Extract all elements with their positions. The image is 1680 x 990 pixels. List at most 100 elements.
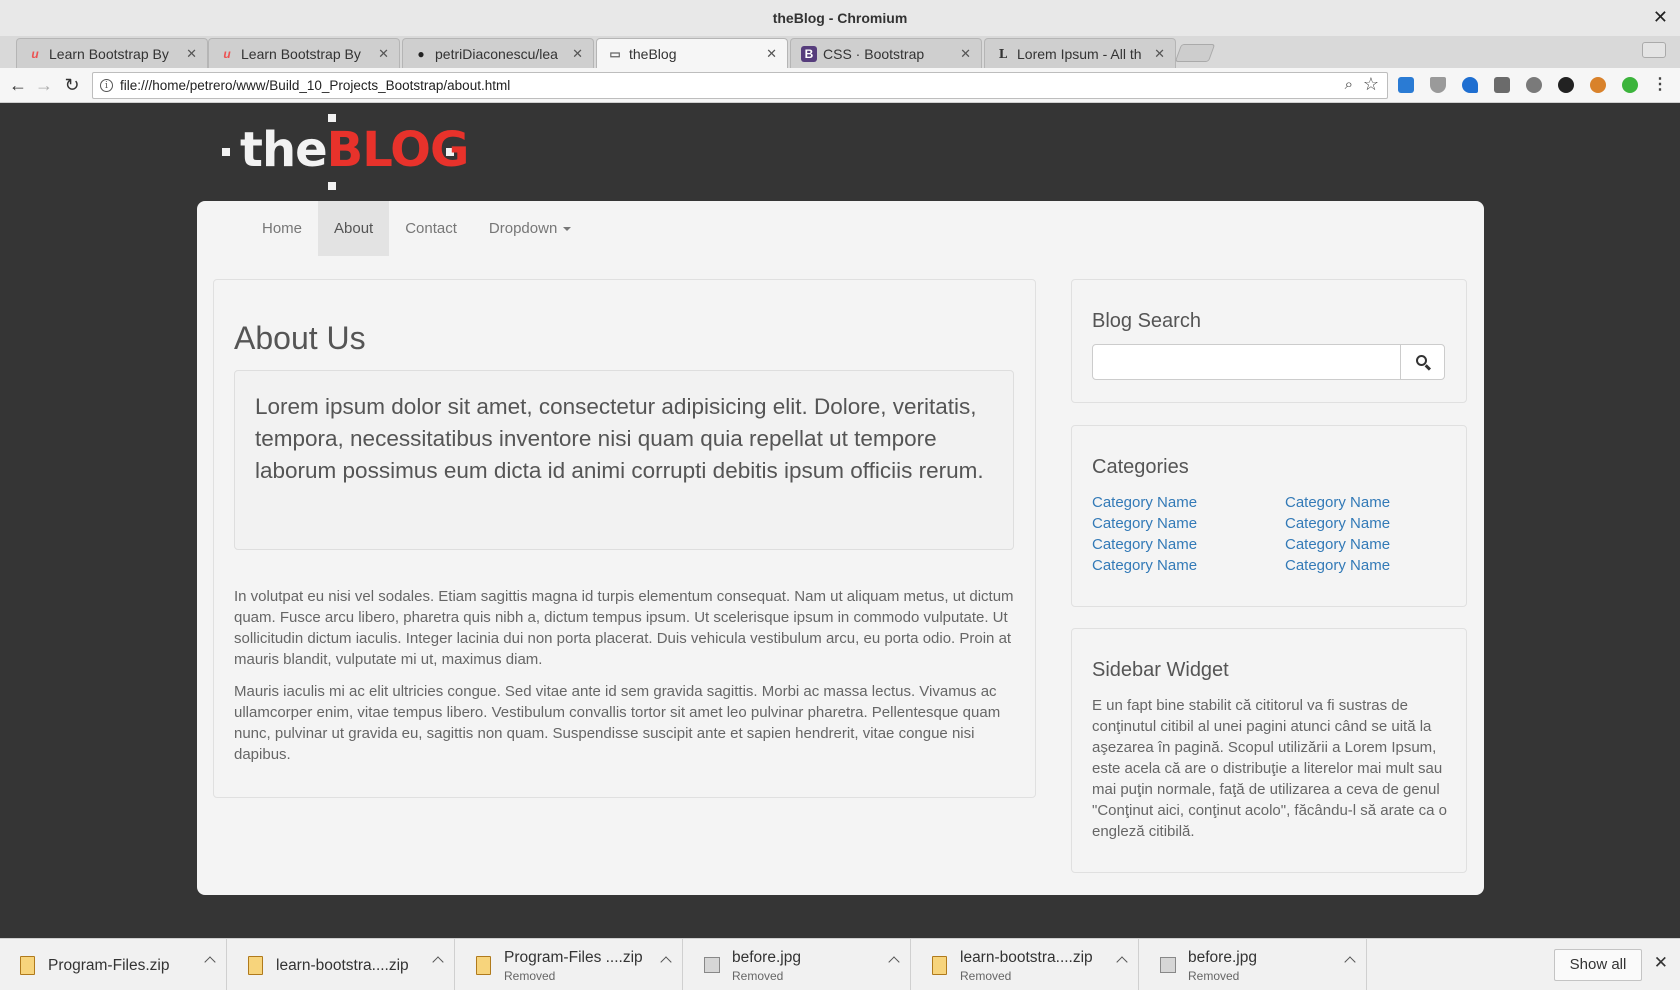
category-link[interactable]: Category Name bbox=[1092, 534, 1285, 555]
logo-dot bbox=[222, 148, 230, 156]
back-icon[interactable]: ← bbox=[8, 76, 28, 94]
chevron-up-icon[interactable] bbox=[888, 956, 900, 968]
tab-1[interactable]: u Learn Bootstrap By ✕ bbox=[208, 38, 400, 68]
window-close-icon[interactable]: ✕ bbox=[1653, 8, 1668, 26]
lorem-icon: L bbox=[998, 46, 1008, 61]
zoom-icon[interactable]: ⌕ bbox=[1345, 76, 1353, 93]
download-name: Program-Files.zip bbox=[48, 957, 170, 974]
udemy-icon: u bbox=[223, 46, 231, 61]
cat-ext-icon[interactable] bbox=[1558, 77, 1574, 93]
browser-toolbar: ← → ↻ i file:///home/petrero/www/Build_1… bbox=[0, 68, 1680, 103]
paragraph: In volutpat eu nisi vel sodales. Etiam s… bbox=[234, 588, 1014, 668]
download-name: learn-bootstra....zip bbox=[276, 957, 409, 974]
nav-contact[interactable]: Contact bbox=[389, 201, 473, 256]
tab-close-icon[interactable]: ✕ bbox=[378, 46, 389, 62]
categories-panel: Categories Category Name Category Name C… bbox=[1071, 425, 1467, 607]
widget-text: E un fapt bine stabilit că cititorul va … bbox=[1092, 697, 1448, 840]
nav-about[interactable]: About bbox=[318, 201, 390, 256]
tab-close-icon[interactable]: ✕ bbox=[766, 46, 777, 62]
download-name: learn-bootstra....zip bbox=[960, 949, 1093, 966]
category-link[interactable]: Category Name bbox=[1092, 513, 1285, 534]
bookmark-ext-icon[interactable] bbox=[1398, 77, 1414, 93]
bookmark-star-icon[interactable]: ☆ bbox=[1363, 74, 1379, 95]
tab-close-icon[interactable]: ✕ bbox=[960, 46, 971, 62]
page-icon: ▭ bbox=[609, 47, 621, 61]
menu-icon[interactable]: ⋮ bbox=[1652, 76, 1668, 94]
nav-dropdown-label: Dropdown bbox=[488, 220, 558, 237]
url-text[interactable]: file:///home/petrero/www/Build_10_Projec… bbox=[120, 78, 510, 93]
body-text: In volutpat eu nisi vel sodales. Etiam s… bbox=[234, 586, 1018, 776]
tab-title: Learn Bootstrap By bbox=[241, 45, 361, 62]
tab-close-icon[interactable]: ✕ bbox=[1154, 46, 1165, 62]
download-status: Removed bbox=[504, 969, 556, 983]
download-status: Removed bbox=[1188, 969, 1240, 983]
profile-icon[interactable] bbox=[1642, 42, 1666, 58]
window-title: theBlog - Chromium bbox=[772, 10, 908, 26]
chevron-up-icon[interactable] bbox=[204, 956, 216, 968]
download-item[interactable]: Program-Files.zip bbox=[0, 939, 227, 990]
show-all-button[interactable]: Show all bbox=[1554, 949, 1642, 981]
tab-3[interactable]: ▭ theBlog ✕ bbox=[596, 38, 788, 69]
logo-dot bbox=[328, 114, 336, 122]
new-tab-button[interactable] bbox=[1174, 44, 1216, 62]
fox-ext-icon[interactable] bbox=[1590, 77, 1606, 93]
download-name: before.jpg bbox=[1188, 949, 1257, 966]
download-item[interactable]: before.jpg Removed bbox=[684, 939, 911, 990]
info-icon[interactable]: i bbox=[100, 79, 113, 92]
download-status: Removed bbox=[960, 969, 1012, 983]
address-bar[interactable]: i file:///home/petrero/www/Build_10_Proj… bbox=[92, 72, 1388, 99]
site-logo[interactable]: theBLOG bbox=[222, 112, 469, 192]
categories-list: Category Name Category Name Category Nam… bbox=[1092, 492, 1452, 576]
bird-ext-icon[interactable] bbox=[1462, 77, 1478, 93]
green-ext-icon[interactable] bbox=[1622, 77, 1638, 93]
lead-text: Lorem ipsum dolor sit amet, consectetur … bbox=[255, 394, 984, 483]
zip-file-icon bbox=[932, 956, 947, 975]
category-link[interactable]: Category Name bbox=[1092, 492, 1285, 513]
blog-search-panel: Blog Search bbox=[1071, 279, 1467, 403]
tab-4[interactable]: B CSS · Bootstrap ✕ bbox=[790, 38, 982, 68]
category-link[interactable]: Category Name bbox=[1285, 492, 1452, 513]
download-item[interactable]: learn-bootstra....zip bbox=[228, 939, 455, 990]
search-input[interactable] bbox=[1092, 344, 1401, 380]
chevron-up-icon[interactable] bbox=[660, 956, 672, 968]
tab-title: Lorem Ipsum - All th bbox=[1017, 45, 1142, 62]
category-link[interactable]: Category Name bbox=[1092, 555, 1285, 576]
chevron-up-icon[interactable] bbox=[1116, 956, 1128, 968]
category-link[interactable]: Category Name bbox=[1285, 513, 1452, 534]
search-button[interactable] bbox=[1400, 344, 1445, 380]
close-icon[interactable]: ✕ bbox=[1654, 953, 1668, 973]
tab-close-icon[interactable]: ✕ bbox=[186, 46, 197, 62]
chevron-up-icon[interactable] bbox=[432, 956, 444, 968]
category-link[interactable]: Category Name bbox=[1285, 534, 1452, 555]
download-item[interactable]: Program-Files ....zip Removed bbox=[456, 939, 683, 990]
zip-file-icon bbox=[476, 956, 491, 975]
download-item[interactable]: learn-bootstra....zip Removed bbox=[912, 939, 1139, 990]
recycle-ext-icon[interactable] bbox=[1526, 77, 1542, 93]
widget-title: Sidebar Widget bbox=[1092, 659, 1229, 681]
nav-dropdown[interactable]: Dropdown bbox=[473, 201, 587, 256]
udemy-icon: u bbox=[31, 46, 39, 61]
image-file-icon bbox=[704, 957, 720, 973]
tab-0[interactable]: u Learn Bootstrap By ✕ bbox=[16, 38, 208, 68]
logo-dot bbox=[328, 182, 336, 190]
logo-blog: BLOG bbox=[326, 122, 470, 178]
logo-the: the bbox=[240, 122, 328, 178]
nav-home[interactable]: Home bbox=[246, 201, 318, 256]
search-icon-handle bbox=[1424, 364, 1432, 371]
reload-icon[interactable]: ↻ bbox=[62, 76, 82, 94]
logo-text: theBLOG bbox=[240, 122, 470, 178]
tab-2[interactable]: ● petriDiaconescu/lea ✕ bbox=[402, 38, 594, 68]
chevron-up-icon[interactable] bbox=[1344, 956, 1356, 968]
shield-ext-icon[interactable] bbox=[1430, 77, 1446, 93]
tab-title: theBlog bbox=[629, 46, 677, 62]
category-link[interactable]: Category Name bbox=[1285, 555, 1452, 576]
tab-close-icon[interactable]: ✕ bbox=[572, 46, 583, 62]
tab-5[interactable]: L Lorem Ipsum - All th ✕ bbox=[984, 38, 1176, 68]
download-ext-icon[interactable] bbox=[1494, 77, 1510, 93]
zip-file-icon bbox=[248, 956, 263, 975]
forward-icon[interactable]: → bbox=[34, 76, 54, 94]
download-item[interactable]: before.jpg Removed bbox=[1140, 939, 1367, 990]
tab-title: CSS · Bootstrap bbox=[823, 45, 925, 62]
image-file-icon bbox=[1160, 957, 1176, 973]
categories-title: Categories bbox=[1092, 456, 1189, 478]
